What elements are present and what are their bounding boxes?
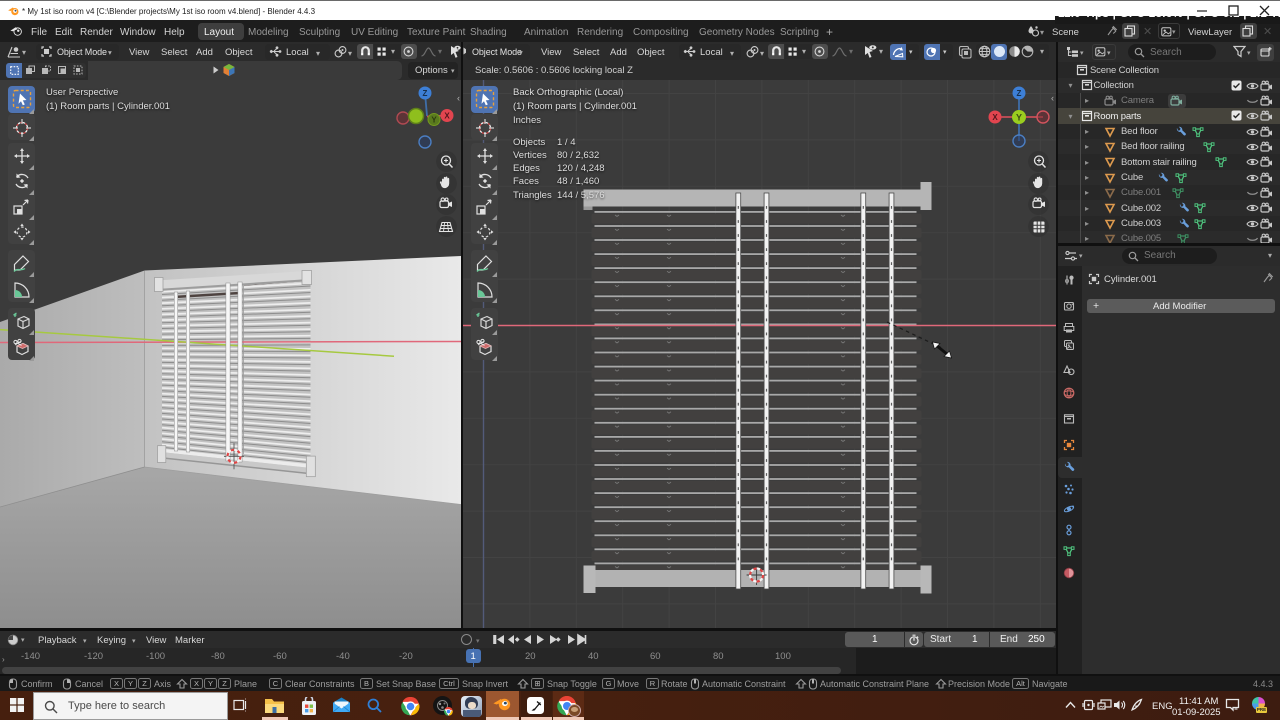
svg-text:X: X <box>444 112 450 121</box>
svg-text:Z: Z <box>1016 89 1021 98</box>
svg-text:Y: Y <box>431 116 437 125</box>
svg-text:Z: Z <box>423 89 428 98</box>
svg-text:X: X <box>992 113 998 122</box>
svg-text:Y: Y <box>1015 113 1021 123</box>
